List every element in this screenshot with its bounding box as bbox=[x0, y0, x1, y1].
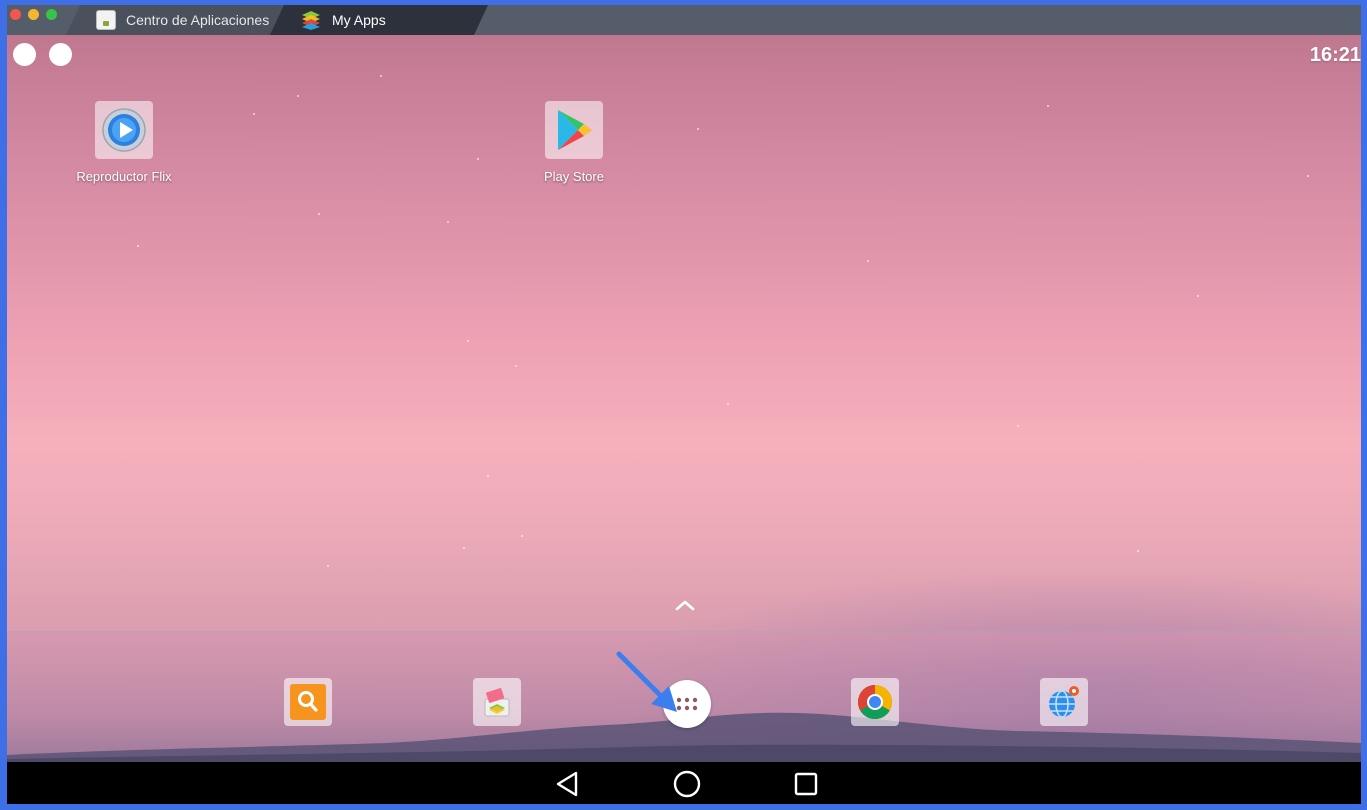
browser-globe-icon bbox=[1049, 686, 1079, 718]
window-close-button[interactable] bbox=[10, 9, 21, 20]
wallpaper-star bbox=[380, 75, 382, 77]
wallpaper-star bbox=[487, 475, 489, 477]
wallpaper-star bbox=[327, 565, 329, 567]
wallpaper-star bbox=[297, 95, 299, 97]
window-minimize-button[interactable] bbox=[28, 9, 39, 20]
home-icon bbox=[673, 770, 701, 798]
wallpaper-star bbox=[318, 213, 320, 215]
tab-centro-de-aplicaciones[interactable]: Centro de Aplicaciones bbox=[66, 5, 288, 35]
dock-search-app[interactable] bbox=[284, 678, 332, 726]
recents-icon bbox=[794, 772, 818, 796]
tab-label: Centro de Aplicaciones bbox=[126, 12, 270, 28]
tab-label: My Apps bbox=[332, 12, 386, 28]
wallpaper-star bbox=[447, 221, 449, 223]
chrome-icon bbox=[858, 685, 892, 719]
wallpaper-star bbox=[727, 403, 729, 405]
app-shortcut-reproductor-flix[interactable]: Reproductor Flix bbox=[64, 101, 184, 184]
dock-chrome-app[interactable] bbox=[851, 678, 899, 726]
annotation-arrow-icon bbox=[616, 651, 677, 712]
wallpaper-star bbox=[1017, 425, 1019, 427]
dock-browser-app[interactable] bbox=[1040, 678, 1088, 726]
play-circle-icon bbox=[102, 108, 146, 152]
wallpaper-star bbox=[463, 547, 465, 549]
chevron-up-icon[interactable] bbox=[674, 598, 696, 612]
wallpaper-star bbox=[867, 260, 869, 262]
wallpaper-star bbox=[697, 128, 699, 130]
navigation-bar bbox=[7, 762, 1361, 804]
play-store-icon bbox=[558, 110, 592, 150]
back-button[interactable] bbox=[549, 768, 585, 800]
app-shortcut-play-store[interactable]: Play Store bbox=[514, 101, 634, 184]
wallpaper-star bbox=[1137, 550, 1139, 552]
emulator-window: Centro de Aplicaciones My Apps 16:21 Rep… bbox=[7, 5, 1361, 804]
wallpaper-star bbox=[1197, 295, 1199, 297]
wallpaper-star bbox=[521, 535, 523, 537]
search-icon bbox=[290, 684, 326, 720]
app-label: Reproductor Flix bbox=[76, 169, 172, 184]
app-icon-tile bbox=[95, 101, 153, 159]
window-maximize-button[interactable] bbox=[46, 9, 57, 20]
back-icon bbox=[556, 771, 578, 797]
circle-icon bbox=[13, 43, 36, 66]
dock-gift-app[interactable] bbox=[473, 678, 521, 726]
wallpaper-star bbox=[515, 365, 517, 367]
wallpaper-star bbox=[1047, 105, 1049, 107]
app-label: Play Store bbox=[544, 169, 604, 184]
app-icon-tile bbox=[545, 101, 603, 159]
wallpaper-star bbox=[477, 158, 479, 160]
app-center-icon bbox=[96, 10, 116, 30]
wallpaper-star bbox=[467, 340, 469, 342]
recents-button[interactable] bbox=[788, 768, 824, 800]
title-bar: Centro de Aplicaciones My Apps bbox=[7, 5, 1361, 35]
home-button[interactable] bbox=[669, 768, 705, 800]
wallpaper-star bbox=[253, 113, 255, 115]
gift-box-icon bbox=[484, 688, 510, 717]
wallpaper-star bbox=[137, 245, 139, 247]
status-clock: 16:21 bbox=[1309, 44, 1361, 66]
bluestacks-icon bbox=[300, 9, 322, 31]
android-home-screen[interactable]: 16:21 Reproductor Flix Play Store bbox=[7, 35, 1361, 762]
wallpaper-star bbox=[1307, 175, 1309, 177]
circle-icon bbox=[49, 43, 72, 66]
tab-my-apps[interactable]: My Apps bbox=[270, 5, 488, 35]
